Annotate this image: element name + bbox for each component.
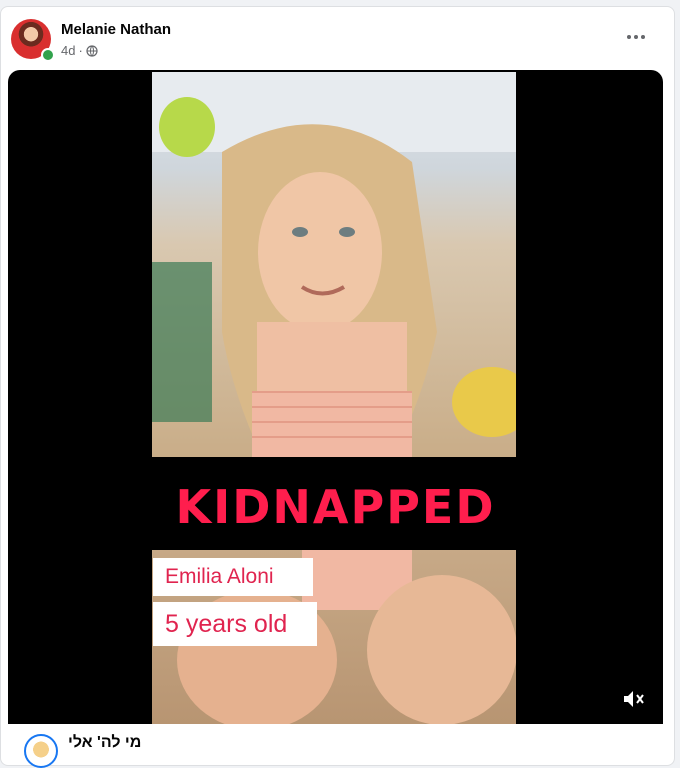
- headline-kidnapped: KIDNAPPED: [175, 480, 496, 534]
- globe-icon: [86, 44, 98, 57]
- post-time[interactable]: 4d: [61, 43, 75, 58]
- meta-separator: ·: [78, 43, 83, 58]
- online-status-dot: [41, 48, 55, 62]
- muted-speaker-icon[interactable]: [622, 688, 646, 710]
- commenter-name[interactable]: מי לה' אלי: [68, 734, 141, 752]
- child-photo-top: [152, 72, 516, 457]
- post-author-name[interactable]: Melanie Nathan: [61, 21, 171, 38]
- child-age-label: 5 years old: [153, 602, 317, 646]
- child-name-label: Emilia Aloni: [153, 558, 313, 596]
- post-meta: 4d ·: [61, 43, 98, 58]
- post-video[interactable]: KIDNAPPED Emilia Aloni 5 years old: [8, 70, 663, 724]
- comment-row: מי לה' אלי: [8, 724, 663, 768]
- more-options-icon[interactable]: [622, 27, 650, 47]
- commenter-avatar[interactable]: [24, 734, 58, 768]
